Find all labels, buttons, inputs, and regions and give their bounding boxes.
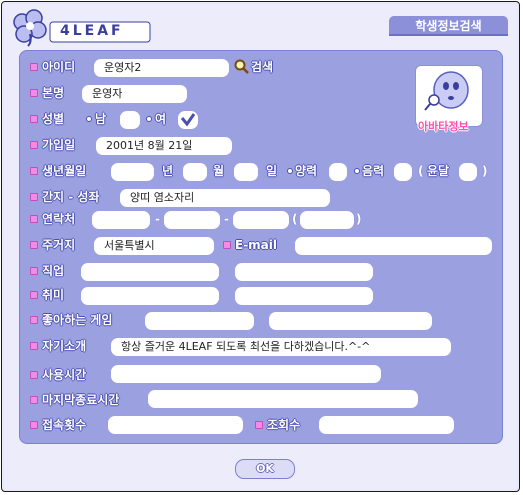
view-count-label: 조회수 [267,418,301,432]
logo-text: 4LEAF [60,23,124,39]
gender-bullet [30,115,38,123]
phone-paren-close: ) [356,212,362,226]
phone-extra-field[interactable] [300,211,354,229]
month-unit: 월 [213,164,225,178]
job-field-1[interactable] [81,263,219,281]
year-unit: 년 [162,164,174,178]
address-label: 주거지 [42,238,76,252]
leap-paren-open: ( [418,164,424,178]
hobby-bullet [30,291,38,299]
contact-label: 연락처 [42,212,76,226]
intro-bullet [30,342,38,350]
last-login-label: 마지막종료시간 [42,393,120,407]
birth-day-field[interactable] [234,163,258,181]
login-count-bullet [30,421,38,429]
game-bullet [30,316,38,324]
birth-month-field[interactable] [183,163,207,181]
login-count-label: 접속횟수 [42,418,87,432]
job-field-2[interactable] [235,263,373,281]
game-label: 좋아하는 게임 [42,313,113,327]
job-label: 직업 [42,264,65,278]
email-bullet [223,241,231,249]
join-date-field[interactable]: 2001년 8월 21일 [96,137,232,155]
ghost-avatar-icon [424,71,469,111]
lunar-box[interactable] [394,163,412,181]
view-count-field[interactable] [319,416,454,434]
usage-time-field[interactable] [111,365,381,383]
female-radio[interactable] [146,116,152,122]
email-field[interactable] [295,237,492,255]
hobby-label: 취미 [42,288,65,302]
search-button[interactable]: 검색 [251,59,273,75]
male-radio[interactable] [86,116,92,122]
solar-box[interactable] [329,163,347,181]
job-bullet [30,267,38,275]
intro-field[interactable]: 항상 즐거운 4LEAF 되도록 최선을 다하겠습니다.^-^ [111,338,451,356]
male-box[interactable] [120,111,140,129]
phone-part1-field[interactable] [92,211,150,229]
join-bullet [30,141,38,149]
intro-label: 자기소개 [42,339,87,353]
zodiac-label: 간지 - 성좌 [42,190,100,204]
leap-month-label: 윤달 [427,164,450,178]
address-field[interactable]: 서울특별시 [94,237,214,255]
phone-dash-1: - [155,212,160,226]
name-bullet [30,89,38,97]
login-count-field[interactable] [108,416,243,434]
last-login-field[interactable] [148,390,418,408]
name-field[interactable]: 운영자 [82,85,187,103]
phone-part2-field[interactable] [164,211,220,229]
4leaf-logo: 4LEAF [8,6,158,50]
last-login-bullet [30,396,38,404]
id-bullet [30,63,38,71]
female-box[interactable] [178,111,198,129]
female-label: 여 [155,112,167,126]
phone-part3-field[interactable] [233,211,289,229]
name-label: 본명 [42,86,65,100]
phone-dash-2: - [224,212,229,226]
avatar-info-label[interactable]: 아바타정보 [418,118,469,134]
lunar-radio[interactable] [354,168,360,174]
solar-radio[interactable] [287,168,293,174]
birthday-label: 생년월일 [42,164,87,178]
birth-year-field[interactable] [111,163,154,181]
usage-bullet [30,371,38,379]
usage-label: 사용시간 [42,368,87,382]
address-bullet [30,241,38,249]
solar-label: 양력 [295,164,318,178]
zodiac-bullet [30,193,38,201]
zodiac-field[interactable]: 양띠 염소자리 [120,189,330,207]
day-unit: 일 [266,164,278,178]
view-count-bullet [255,421,263,429]
student-info-window: 4LEAF 학생정보검색 아이디 운영자2 검색 아바타정보 본명 운영자 성별… [1,1,520,492]
search-icon[interactable] [234,59,250,75]
email-label: E-mail [235,238,278,252]
gender-label: 성별 [42,112,65,126]
game-field-1[interactable] [145,312,254,330]
id-label: 아이디 [42,60,76,74]
join-label: 가입일 [42,138,76,152]
male-label: 남 [95,112,107,126]
contact-bullet [30,215,38,223]
ok-button[interactable]: OK [235,459,295,479]
birthday-bullet [30,167,38,175]
window-title: 학생정보검색 [389,16,508,36]
lunar-label: 음력 [362,164,385,178]
id-field[interactable]: 운영자2 [94,59,229,77]
hobby-field-2[interactable] [235,287,373,305]
leap-paren-close: ) [482,164,488,178]
hobby-field-1[interactable] [81,287,219,305]
game-field-2[interactable] [269,312,432,330]
check-icon [180,113,196,127]
leap-box[interactable] [459,163,477,181]
phone-paren-open: ( [292,212,298,226]
